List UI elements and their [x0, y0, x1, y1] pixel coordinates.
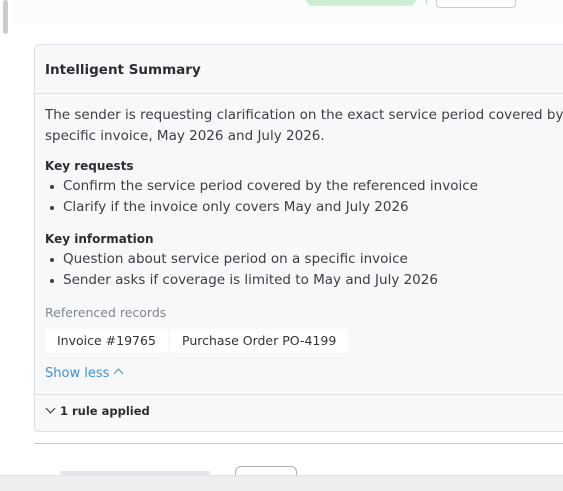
card-title: Intelligent Summary: [45, 62, 201, 78]
record-chip-purchase-order[interactable]: Purchase Order PO-4199: [170, 329, 349, 353]
list-item: Confirm the service period covered by th…: [45, 176, 478, 197]
key-information-heading: Key information: [45, 232, 154, 246]
record-chip-invoice[interactable]: Invoice #19765: [45, 329, 168, 353]
status-badge: [306, 0, 416, 6]
rules-applied-toggle[interactable]: 1 rule applied: [45, 403, 150, 418]
key-requests-heading: Key requests: [45, 159, 134, 173]
show-less-label: Show less: [45, 366, 110, 381]
referenced-records-label: Referenced records: [45, 305, 167, 320]
header-action-button[interactable]: [436, 0, 516, 8]
vertical-scrollbar-thumb[interactable]: [3, 0, 8, 34]
list-item: Question about service period on a speci…: [45, 249, 438, 270]
section-divider: [34, 443, 563, 444]
list-item: Clarify if the invoice only covers May a…: [45, 197, 478, 218]
divider: [35, 394, 563, 395]
show-less-link[interactable]: Show less: [45, 366, 124, 381]
horizontal-scrollbar[interactable]: [0, 475, 563, 491]
summary-text: The sender is requesting clarification o…: [45, 107, 563, 144]
rules-applied-label: 1 rule applied: [60, 404, 150, 418]
intelligent-summary-card: Intelligent Summary The sender is reques…: [34, 44, 563, 432]
divider: [426, 0, 427, 4]
chevron-up-icon: [113, 368, 124, 379]
list-item: Sender asks if coverage is limited to Ma…: [45, 270, 438, 291]
chevron-down-icon: [45, 403, 56, 414]
left-rail: [0, 0, 15, 490]
header-strip-partial: [14, 0, 563, 24]
key-information-list: Question about service period on a speci…: [45, 249, 438, 291]
divider: [35, 93, 563, 94]
key-requests-list: Confirm the service period covered by th…: [45, 176, 478, 218]
